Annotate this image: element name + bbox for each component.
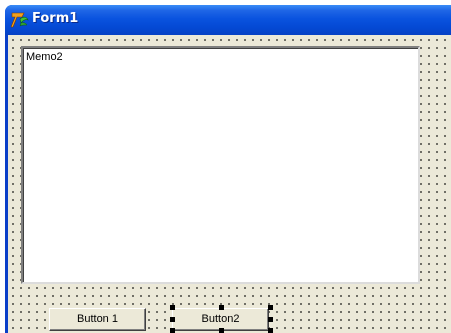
selection-handle-top-middle[interactable] (219, 305, 224, 310)
selection-handle-bottom-left[interactable] (170, 328, 175, 333)
title-bar[interactable]: Form1 (5, 5, 451, 35)
delphi-form-icon (10, 11, 29, 29)
selection-handle-bottom-middle[interactable] (219, 328, 224, 333)
button-1[interactable]: Button 1 (49, 308, 146, 331)
memo-textarea[interactable]: Memo2 (21, 46, 420, 284)
selection-handle-top-right[interactable] (268, 305, 273, 310)
window-title: Form1 (32, 11, 79, 26)
selection-handle-middle-right[interactable] (268, 317, 273, 322)
memo-text: Memo2 (26, 51, 63, 63)
selection-handle-bottom-right[interactable] (268, 328, 273, 333)
form-window: Form1 Memo2 Button 1 Button2 (5, 5, 451, 333)
form-client-area[interactable]: Memo2 Button 1 Button2 (8, 35, 451, 333)
selection-handle-top-left[interactable] (170, 305, 175, 310)
selection-handle-middle-left[interactable] (170, 317, 175, 322)
